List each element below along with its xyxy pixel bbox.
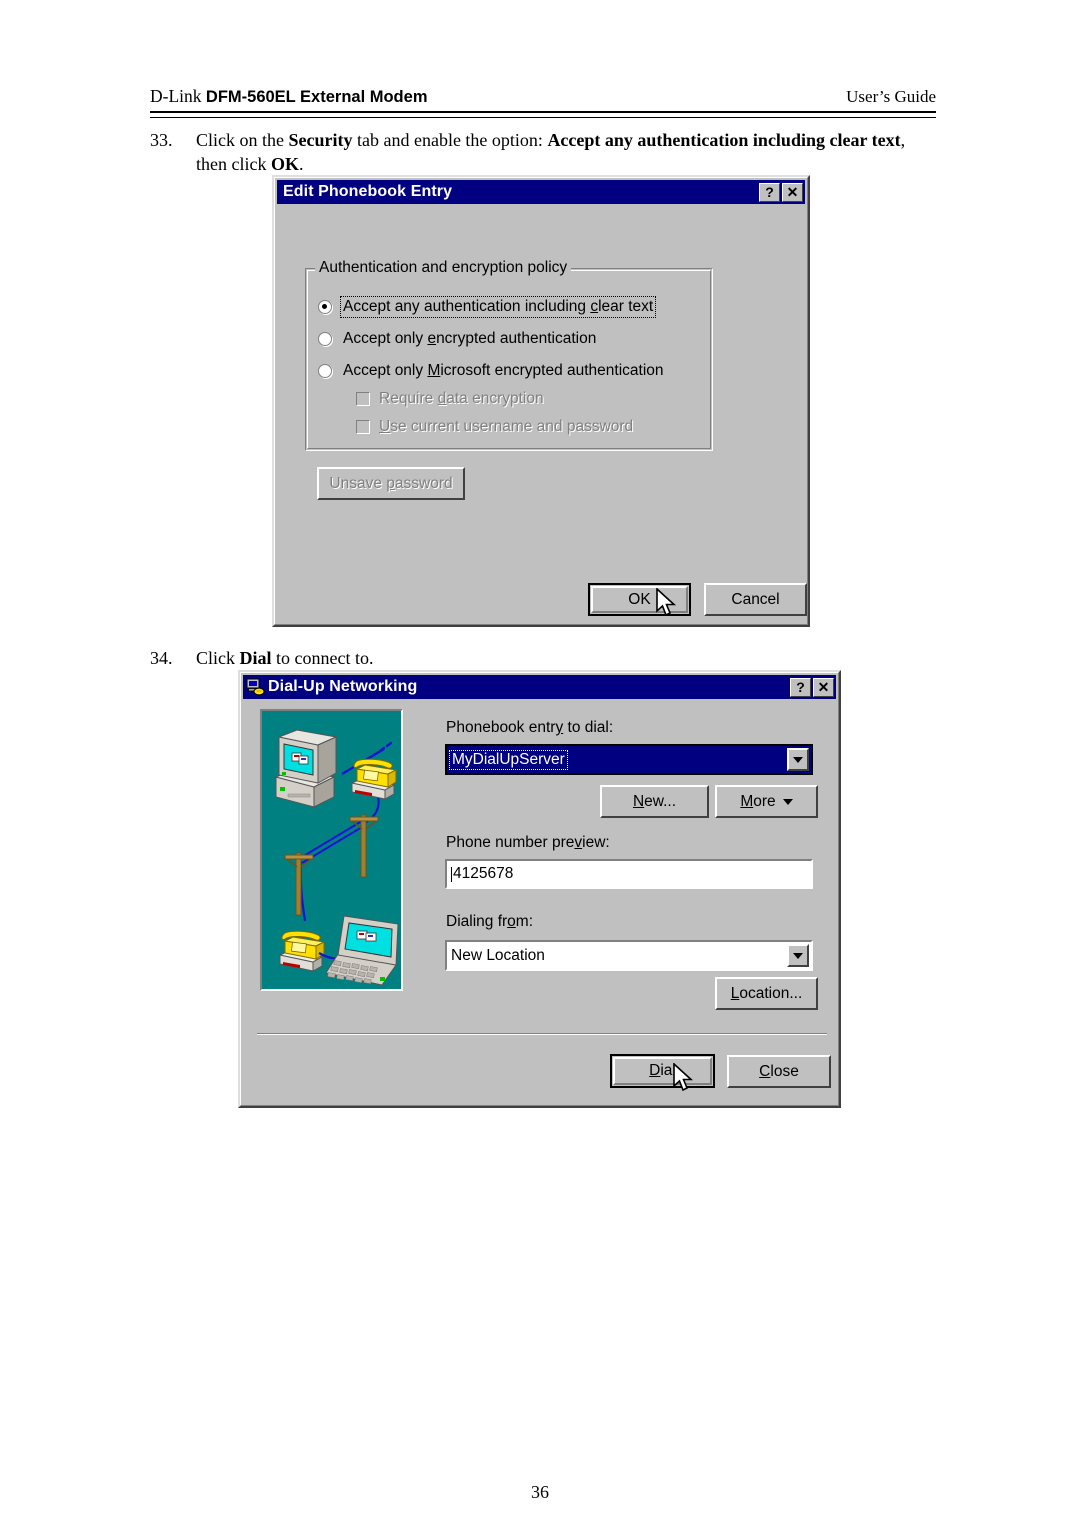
radio-accept-only-microsoft-encrypted[interactable]: Accept only Microsoft encrypted authenti… [318, 361, 666, 381]
page-number: 36 [531, 1482, 549, 1502]
radio-indicator [318, 332, 332, 346]
combobox-value: MyDialUpServer [449, 749, 568, 770]
radio-accept-only-encrypted[interactable]: Accept only encrypted authentication [318, 329, 598, 349]
cancel-button[interactable]: Cancel [704, 583, 807, 616]
illustration-graphic [262, 711, 401, 989]
more-button[interactable]: More [715, 785, 818, 818]
checkbox-use-current-username-and-password[interactable]: Use current username and password [356, 418, 633, 436]
radio-label: Accept only encrypted authentication [343, 330, 597, 347]
radio-label: Accept any authentication including clea… [339, 296, 657, 318]
text-caret [451, 866, 452, 882]
radio-label: Accept only Microsoft encrypted authenti… [343, 362, 664, 379]
dial-button[interactable]: Dial [610, 1054, 715, 1088]
titlebar-buttons: ? ✕ [790, 677, 834, 697]
button-label: Unsave password [329, 474, 453, 492]
close-button[interactable]: Close [727, 1055, 831, 1088]
close-icon[interactable]: ✕ [782, 182, 803, 202]
radio-accept-any-authentication[interactable]: Accept any authentication including clea… [318, 296, 657, 318]
dialog-title: Dial-Up Networking [268, 678, 418, 695]
unsave-password-button[interactable]: Unsave password [317, 467, 465, 500]
desktop-computer-icon [274, 729, 338, 808]
checkbox-label: Require data encryption [379, 390, 544, 407]
step-34-text: Click Dial to connect to. [196, 648, 374, 668]
field-value: 4125678 [453, 865, 514, 882]
dialing-from-combobox[interactable]: New Location [445, 940, 813, 971]
step-34-number: 34. [150, 648, 173, 668]
new-button[interactable]: New... [600, 785, 709, 818]
computer-phone-icon [246, 678, 265, 696]
button-label: OK [628, 590, 651, 608]
phonebook-entry-label: Phonebook entry to dial: [446, 719, 614, 736]
help-icon[interactable]: ? [790, 677, 811, 697]
checkbox-indicator [356, 420, 370, 434]
step-33: 33. Click on the Security tab and enable… [150, 129, 940, 177]
phone-number-preview-label: Phone number preview: [446, 834, 610, 851]
dialing-from-label: Dialing from: [446, 913, 534, 930]
header-title-left: D-Link DFM-560EL External Modem [150, 86, 428, 106]
radio-indicator [318, 300, 332, 314]
dial-up-networking-dialog[interactable]: Dial-Up Networking ? ✕ Phonebook entry t… [238, 670, 841, 1108]
groupbox-legend: Authentication and encryption policy [315, 259, 572, 277]
titlebar-buttons: ? ✕ [759, 182, 803, 202]
edit-phonebook-entry-dialog[interactable]: Edit Phonebook Entry ? ✕ Authentication … [272, 175, 810, 627]
close-icon[interactable]: ✕ [813, 677, 834, 697]
button-label: Cancel [731, 590, 780, 608]
divider [257, 1033, 827, 1035]
step-33-number: 33. [150, 130, 173, 150]
dialog-title: Edit Phonebook Entry [283, 183, 453, 200]
location-button[interactable]: Location... [715, 977, 818, 1010]
chevron-down-icon[interactable] [787, 944, 809, 967]
button-label: More [740, 792, 776, 810]
header-rule [150, 111, 936, 118]
ok-button[interactable]: OK [588, 583, 691, 616]
phonebook-entry-combobox[interactable]: MyDialUpServer [445, 744, 813, 775]
dialup-network-illustration [260, 709, 403, 991]
button-label: Close [759, 1062, 799, 1080]
page-header: D-Link DFM-560EL External Modem User’s G… [150, 86, 936, 107]
step-34: 34. Click Dial to connect to. [150, 647, 750, 671]
header-title-right: User’s Guide [846, 87, 936, 106]
help-icon[interactable]: ? [759, 182, 780, 202]
phone-number-preview-field[interactable]: 4125678 [445, 859, 813, 889]
combobox-value: New Location [451, 946, 545, 964]
chevron-down-icon [782, 798, 793, 805]
button-label: Dial [649, 1062, 676, 1079]
titlebar[interactable]: Dial-Up Networking ? ✕ [243, 675, 836, 699]
button-label: Location... [730, 984, 803, 1002]
radio-indicator [318, 364, 332, 378]
checkbox-require-data-encryption[interactable]: Require data encryption [356, 390, 544, 408]
titlebar[interactable]: Edit Phonebook Entry ? ✕ [277, 180, 805, 204]
chevron-down-icon[interactable] [787, 748, 809, 771]
step-33-text: Click on the Security tab and enable the… [196, 130, 906, 174]
button-label: New... [632, 792, 677, 810]
checkbox-label: Use current username and password [379, 418, 634, 435]
checkbox-indicator [356, 392, 370, 406]
